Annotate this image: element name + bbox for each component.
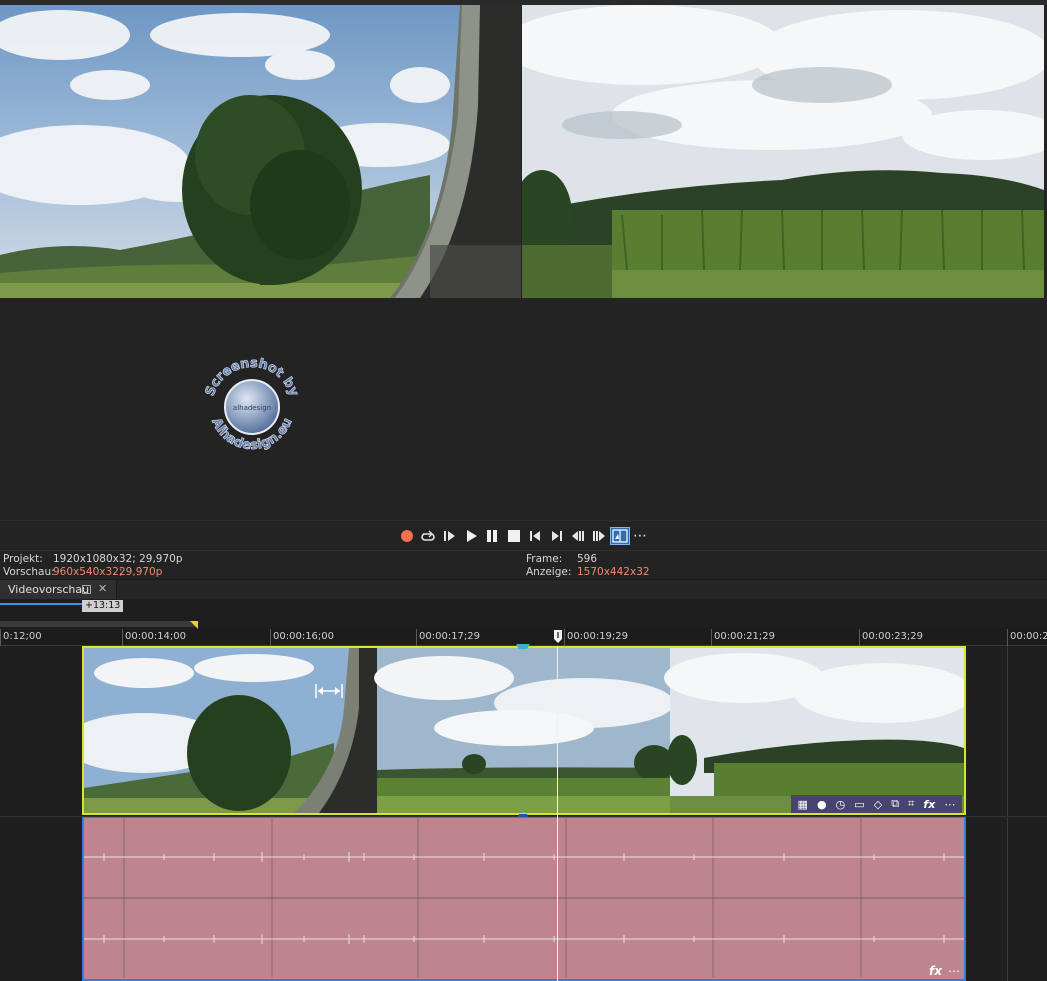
audio-clip[interactable]: fx ⋯ — [82, 817, 966, 981]
overview-position-bar[interactable] — [0, 603, 82, 605]
timeline-tracks[interactable]: ▦ ● ◷ ▭ ◇ ⧉ ⌗ fx ⋯ fx ⋯ — [0, 644, 1047, 981]
maximize-icon[interactable] — [82, 585, 91, 594]
pause-button[interactable] — [484, 528, 500, 544]
record-icon — [401, 530, 413, 542]
offset-badge: +13:13 — [82, 600, 124, 612]
trim-cursor-icon — [315, 684, 343, 698]
clip-fade-handle-icon[interactable] — [516, 644, 530, 650]
play-from-start-button[interactable] — [441, 528, 457, 544]
preview-frame-left — [0, 5, 521, 298]
media-icon[interactable]: ▭ — [854, 798, 864, 811]
play-icon — [467, 530, 477, 542]
timeline-overview: +13:13 — [0, 599, 1047, 629]
vegas-window: alhadesign Screenshot by Alhadesign.eu ⋯… — [0, 0, 1047, 981]
next-frame-button[interactable] — [549, 528, 565, 544]
dock-tab-bar: Videovorschau ✕ — [0, 579, 1047, 600]
stop-icon — [508, 530, 520, 542]
ruler-tick: 00:00:16;00 — [270, 629, 334, 646]
playhead[interactable] — [557, 646, 558, 981]
play-button[interactable] — [463, 528, 479, 544]
loop-button[interactable] — [420, 528, 436, 544]
video-clip-thumbnails — [84, 648, 964, 813]
frame-label: Frame: — [526, 553, 563, 565]
loop-region-bar[interactable] — [0, 621, 196, 627]
crop-icon[interactable]: ⌗ — [908, 797, 914, 811]
loop-icon — [421, 530, 435, 541]
ruler-tick: 00:00:17;29 — [416, 629, 480, 646]
preview-info: Projekt: 1920x1080x32; 29,970p Vorschau:… — [0, 550, 1047, 579]
preview-value-fps: 29,970p — [119, 566, 163, 578]
stop-button[interactable] — [506, 528, 522, 544]
color-grading-icon[interactable]: ● — [817, 798, 827, 811]
audio-more-icon[interactable]: ⋯ — [948, 964, 960, 978]
more-icon: ⋯ — [633, 528, 647, 544]
video-more-icon[interactable]: ⋯ — [944, 798, 955, 811]
split-screen-button[interactable] — [610, 527, 630, 545]
watermark: alhadesign Screenshot by Alhadesign.eu — [200, 355, 304, 459]
ruler-tick: 0:12;00 — [0, 629, 42, 646]
preview-label: Vorschau: — [3, 566, 55, 578]
watermark-seal: alhadesign Screenshot by Alhadesign.eu — [203, 356, 302, 454]
skip-back-icon — [530, 531, 540, 541]
transport-bar: ⋯ — [0, 520, 1047, 550]
loop-region-end-icon[interactable] — [190, 621, 198, 629]
ruler-tick: 00:00:23;29 — [859, 629, 923, 646]
grid-line — [1007, 646, 1008, 981]
watermark-center-text: alhadesign — [233, 404, 271, 412]
video-preview[interactable]: alhadesign Screenshot by Alhadesign.eu — [0, 5, 1047, 520]
ruler-tick: 00:00:19;29 — [564, 629, 628, 646]
event-pan-crop-icon[interactable]: ▦ — [798, 798, 808, 811]
preview-right-image — [522, 5, 1044, 298]
clock-icon[interactable]: ◷ — [836, 798, 846, 811]
video-fx-icon[interactable]: fx — [923, 798, 935, 811]
project-value: 1920x1080x32; 29,970p — [53, 553, 183, 565]
display-value: 1570x442x32 — [577, 566, 650, 578]
display-label: Anzeige: — [526, 566, 572, 578]
frame-value: 596 — [577, 553, 598, 565]
playhead-handle-icon[interactable] — [553, 629, 563, 644]
previous-marker-button[interactable] — [570, 528, 586, 544]
split-screen-icon — [612, 529, 628, 543]
skip-forward-icon — [552, 531, 562, 541]
prev-marker-icon — [572, 531, 584, 541]
next-marker-icon — [593, 531, 605, 541]
audio-fx-icon[interactable]: fx — [929, 964, 942, 978]
close-icon[interactable]: ✕ — [98, 582, 107, 595]
preview-value-resolution: 960x540x32; — [53, 566, 123, 578]
preview-frame-right — [522, 5, 1044, 298]
preview-left-image — [0, 5, 521, 298]
record-button[interactable] — [399, 528, 415, 544]
mask-icon[interactable]: ◇ — [874, 798, 882, 811]
video-clip[interactable]: ▦ ● ◷ ▭ ◇ ⧉ ⌗ fx ⋯ — [82, 646, 966, 815]
ruler-tick: 00:00:21;29 — [711, 629, 775, 646]
ruler-tick: 00:00:25 — [1007, 629, 1047, 646]
tab-videovorschau-label: Videovorschau — [8, 583, 90, 596]
ruler-tick: 00:00:14;00 — [122, 629, 186, 646]
previous-frame-button[interactable] — [527, 528, 543, 544]
video-clip-event-toolbar: ▦ ● ◷ ▭ ◇ ⧉ ⌗ fx ⋯ — [791, 795, 962, 813]
play-from-start-icon — [444, 531, 455, 541]
next-marker-button[interactable] — [591, 528, 607, 544]
pause-icon — [487, 530, 497, 542]
project-label: Projekt: — [3, 553, 43, 565]
tab-videovorschau[interactable]: Videovorschau ✕ — [0, 580, 117, 600]
replace-media-icon[interactable]: ⧉ — [891, 797, 899, 811]
audio-waveform — [84, 818, 964, 978]
more-button[interactable]: ⋯ — [632, 528, 648, 544]
